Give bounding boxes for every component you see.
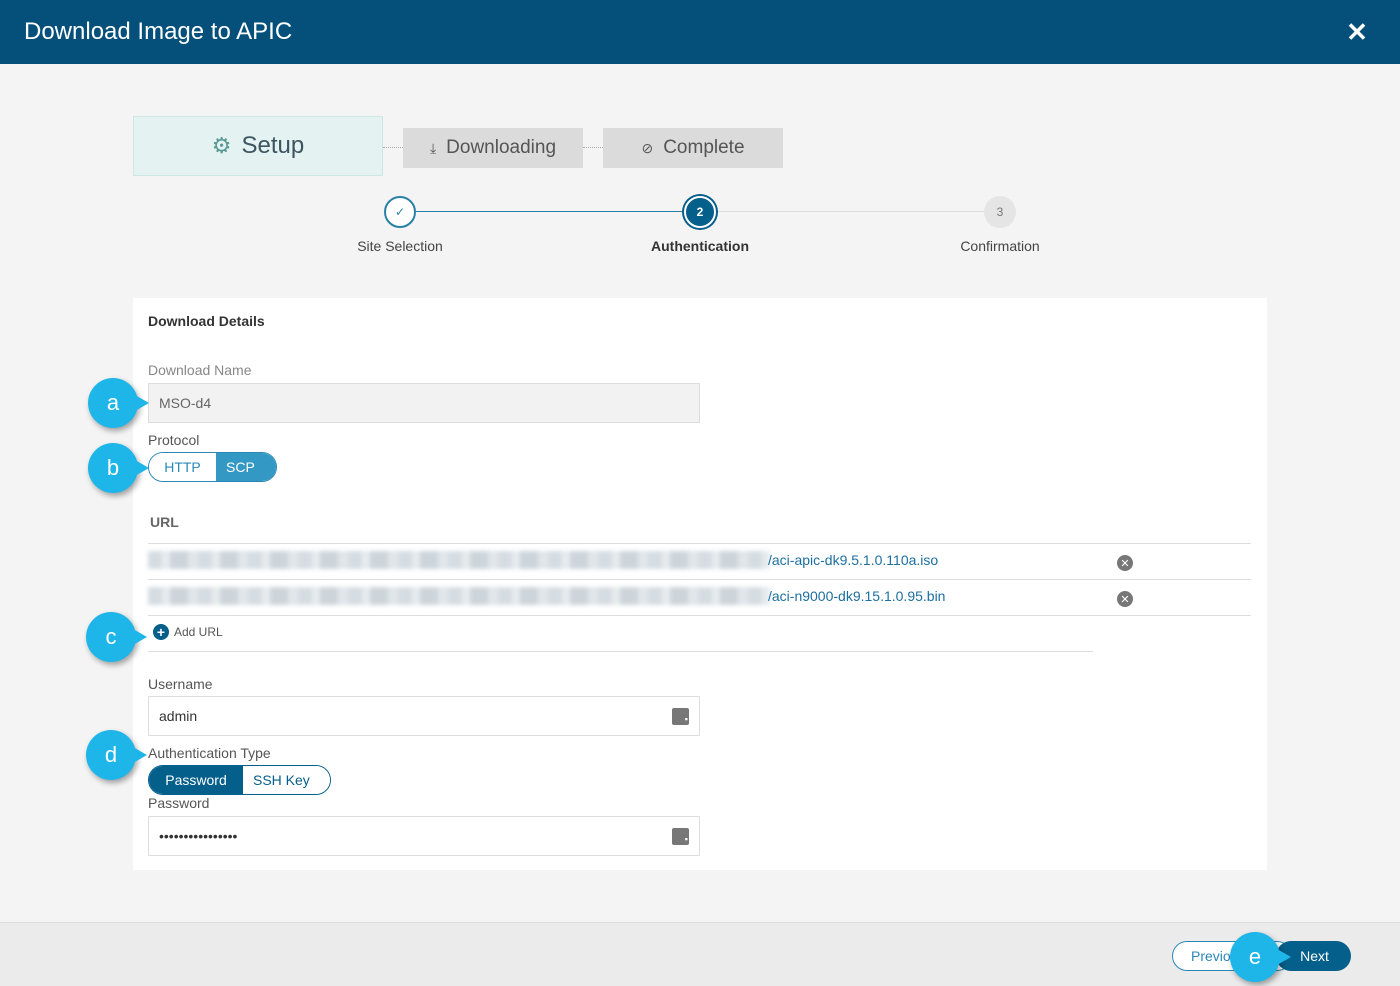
download-name-input: MSO-d4 bbox=[148, 383, 700, 423]
url-text: /aci-n9000-dk9.15.1.0.95.bin bbox=[768, 588, 946, 604]
protocol-toggle: HTTP SCP bbox=[148, 452, 277, 482]
step-1-circle[interactable]: ✓ bbox=[384, 196, 416, 228]
protocol-label: Protocol bbox=[148, 432, 200, 448]
callout-a: a bbox=[88, 378, 149, 428]
url-row: /aci-apic-dk9.5.1.0.110a.iso ✕ bbox=[148, 543, 1251, 579]
remove-url-icon[interactable]: ✕ bbox=[1117, 591, 1133, 607]
step-2-circle[interactable]: 2 bbox=[684, 196, 716, 228]
password-label: Password bbox=[148, 795, 210, 811]
wizard-steps: ✓ 2 3 Site Selection Authentication Conf… bbox=[0, 196, 1400, 260]
username-input[interactable]: admin ▪ bbox=[148, 696, 700, 736]
dialog-footer: Previo Next bbox=[0, 922, 1400, 986]
step-connector bbox=[416, 211, 684, 212]
stage-complete-label: Complete bbox=[663, 137, 745, 158]
dialog-title: Download Image to APIC bbox=[24, 18, 293, 45]
url-header: URL bbox=[150, 514, 179, 530]
step-1-label: Site Selection bbox=[357, 238, 443, 254]
add-url-divider bbox=[148, 651, 1093, 652]
stage-downloading: ⤓ Downloading bbox=[403, 128, 583, 168]
url-redacted bbox=[148, 551, 770, 569]
stage-setup-label: Setup bbox=[241, 132, 305, 159]
callout-e: e bbox=[1230, 932, 1291, 982]
callout-b: b bbox=[88, 443, 149, 493]
section-title: Download Details bbox=[148, 313, 265, 329]
stage-connector bbox=[383, 147, 403, 148]
plus-circle-icon: + bbox=[153, 624, 169, 640]
credential-icon[interactable]: ▪ bbox=[672, 828, 689, 845]
step-3-circle: 3 bbox=[984, 196, 1016, 228]
download-details-panel: Download Details Download Name MSO-d4 Pr… bbox=[133, 298, 1267, 870]
dialog-header: Download Image to APIC ✕ bbox=[0, 0, 1400, 64]
gear-icon: ⚙ bbox=[211, 133, 232, 158]
callout-c: c bbox=[86, 612, 147, 662]
url-row: /aci-n9000-dk9.15.1.0.95.bin ✕ bbox=[148, 579, 1251, 615]
download-icon: ⤓ bbox=[429, 139, 437, 156]
auth-type-label: Authentication Type bbox=[148, 745, 271, 761]
username-value: admin bbox=[159, 708, 198, 724]
password-value: •••••••••••••••• bbox=[159, 828, 238, 844]
url-redacted bbox=[148, 587, 770, 605]
protocol-scp-option[interactable]: SCP bbox=[216, 453, 276, 481]
step-3-label: Confirmation bbox=[960, 238, 1040, 254]
stage-downloading-label: Downloading bbox=[446, 137, 557, 158]
download-name-value: MSO-d4 bbox=[159, 395, 212, 411]
stage-complete: ⊘ Complete bbox=[603, 128, 783, 168]
auth-sshkey-option[interactable]: SSH Key bbox=[243, 766, 330, 794]
step-connector bbox=[716, 211, 984, 212]
credential-icon[interactable]: ▪ bbox=[672, 708, 689, 725]
check-circle-icon: ⊘ bbox=[641, 139, 654, 156]
url-text: /aci-apic-dk9.5.1.0.110a.iso bbox=[768, 552, 939, 568]
username-label: Username bbox=[148, 676, 213, 692]
add-url-label: Add URL bbox=[174, 625, 223, 639]
stage-setup: ⚙ Setup bbox=[133, 116, 383, 176]
close-icon[interactable]: ✕ bbox=[1344, 17, 1370, 47]
callout-d: d bbox=[86, 730, 147, 780]
auth-type-toggle: Password SSH Key bbox=[148, 765, 331, 795]
protocol-http-option[interactable]: HTTP bbox=[149, 453, 216, 481]
download-name-label: Download Name bbox=[148, 362, 252, 378]
remove-url-icon[interactable]: ✕ bbox=[1117, 555, 1133, 571]
step-2-label: Authentication bbox=[651, 238, 749, 254]
url-divider bbox=[148, 615, 1251, 616]
auth-password-option[interactable]: Password bbox=[149, 766, 243, 794]
password-input[interactable]: •••••••••••••••• ▪ bbox=[148, 816, 700, 856]
stage-connector bbox=[583, 147, 603, 148]
add-url-button[interactable]: + Add URL bbox=[153, 624, 223, 640]
